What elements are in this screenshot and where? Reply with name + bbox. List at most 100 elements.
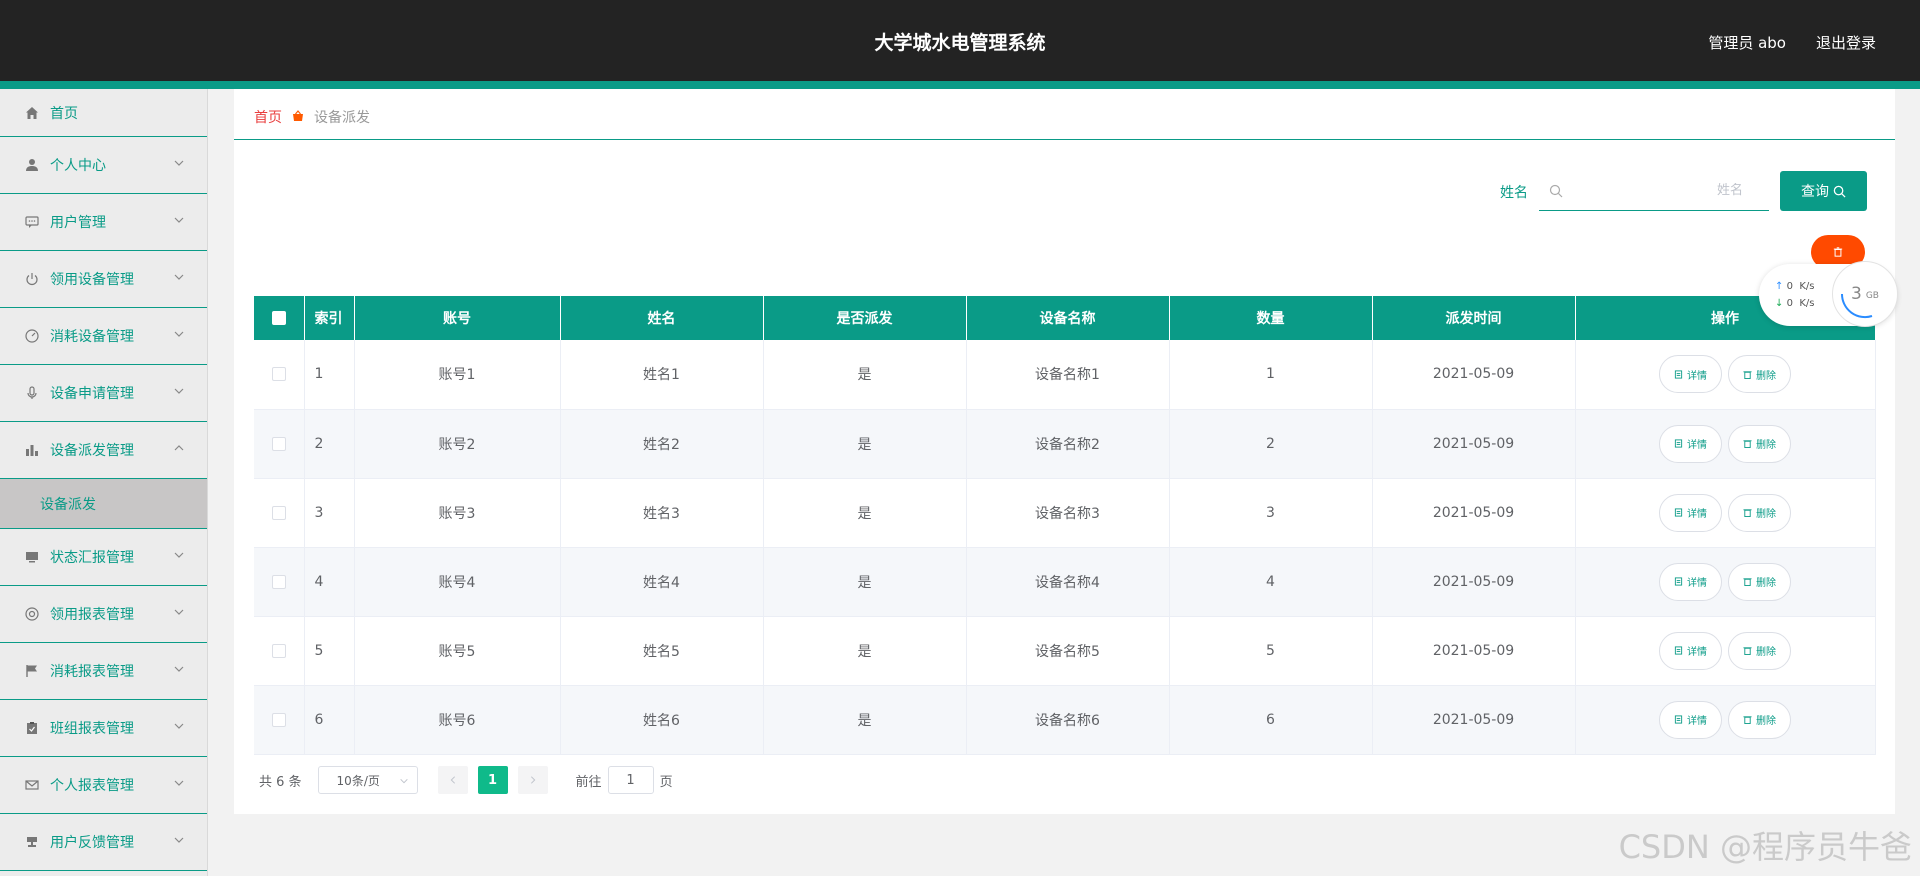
chevron-down-icon <box>174 388 184 394</box>
chevron-down-icon <box>174 552 184 558</box>
row-select-cell[interactable] <box>254 547 305 617</box>
row-checkbox[interactable] <box>271 367 286 382</box>
cell-quantity: 6 <box>1169 685 1373 755</box>
delete-button[interactable]: 删除 <box>1728 424 1791 463</box>
detail-button[interactable]: 详情 <box>1659 424 1722 463</box>
document-icon <box>1674 715 1683 724</box>
detail-button[interactable]: 详情 <box>1659 355 1722 394</box>
sidebar-item-status-report[interactable]: 状态汇报管理 <box>0 529 207 586</box>
top-header: 大学城水电管理系统 管理员 abo 退出登录 <box>0 0 1920 81</box>
row-select-cell[interactable] <box>254 409 305 479</box>
table-row: 2 账号2 姓名2 是设备名称2 2 2021-05-09 详情 删除 <box>254 409 1876 479</box>
cell-dispatch-time: 2021-05-09 <box>1372 547 1576 617</box>
sidebar-item-device-application[interactable]: 设备申请管理 <box>0 365 207 422</box>
chevron-down-icon <box>174 274 184 280</box>
cell-dispatched: 是 <box>763 478 967 548</box>
memory-usage-ring[interactable]: 3 GB <box>1832 261 1898 327</box>
memory-ring-icon <box>1840 293 1873 319</box>
cell-dispatch-time: 2021-05-09 <box>1372 409 1576 479</box>
table-row: 6 账号6 姓名6 是设备名称6 6 2021-05-09 详情 删除 <box>254 685 1876 755</box>
page-size-select[interactable]: 10条/页 <box>317 766 418 794</box>
delete-button[interactable]: 删除 <box>1728 355 1791 394</box>
sidebar-item-consumable-device[interactable]: 消耗设备管理 <box>0 308 207 365</box>
delete-button[interactable]: 删除 <box>1728 700 1791 739</box>
chevron-down-icon <box>399 778 408 784</box>
row-checkbox[interactable] <box>271 574 286 589</box>
sidebar-item-team-report[interactable]: 班组报表管理 <box>0 700 207 757</box>
trash-icon <box>1743 647 1752 655</box>
cell-device-name: 设备名称4 <box>966 547 1170 617</box>
trash-icon <box>1743 716 1752 724</box>
sidebar-item-consumption-report[interactable]: 消耗报表管理 <box>0 643 207 700</box>
cell-actions: 详情 删除 <box>1575 685 1876 755</box>
row-select-cell[interactable] <box>254 478 305 548</box>
cell-name: 姓名5 <box>560 616 764 686</box>
cell-name: 姓名1 <box>560 340 764 410</box>
document-icon <box>1674 577 1683 586</box>
row-select-cell[interactable] <box>254 685 305 755</box>
logout-link[interactable]: 退出登录 <box>1816 32 1876 53</box>
row-select-cell[interactable] <box>254 340 305 410</box>
detail-button[interactable]: 详情 <box>1659 631 1722 670</box>
search-input[interactable] <box>1563 183 1753 198</box>
sidebar-item-label: 班组报表管理 <box>50 721 134 737</box>
column-header: 账号 <box>354 296 561 340</box>
delete-button[interactable]: 删除 <box>1728 631 1791 670</box>
detail-button[interactable]: 详情 <box>1659 700 1722 739</box>
sidebar-item-device-dispatch[interactable]: 设备派发管理 <box>0 422 207 479</box>
sidebar-item-home[interactable]: 首页 <box>0 89 207 137</box>
sidebar-subitem-device-dispatch[interactable]: 设备派发 <box>0 479 207 529</box>
document-icon <box>1674 439 1683 448</box>
sidebar-item-borrow-device[interactable]: 领用设备管理 <box>0 251 207 308</box>
query-button[interactable]: 查询 <box>1780 171 1867 211</box>
select-all-cell[interactable] <box>254 296 305 340</box>
support-icon <box>24 606 40 622</box>
cell-account: 账号3 <box>354 478 561 548</box>
trash-icon <box>1743 509 1752 517</box>
cell-index: 2 <box>304 409 355 479</box>
row-checkbox[interactable] <box>271 643 286 658</box>
sidebar-item-personal-report[interactable]: 个人报表管理 <box>0 757 207 814</box>
row-select-cell[interactable] <box>254 616 305 686</box>
dispatch-table: 索引 账号 姓名 是否派发 设备名称 数量 派发时间 操作 1 账号1 姓名1 是设备… <box>254 296 1876 755</box>
cell-index: 3 <box>304 478 355 548</box>
prev-page-button[interactable] <box>437 766 468 794</box>
delete-button[interactable]: 删除 <box>1728 562 1791 601</box>
row-checkbox[interactable] <box>271 436 286 451</box>
row-checkbox[interactable] <box>271 505 286 520</box>
cell-dispatched: 是 <box>763 616 967 686</box>
cell-name: 姓名3 <box>560 478 764 548</box>
cell-quantity: 3 <box>1169 478 1373 548</box>
cell-actions: 详情 删除 <box>1575 340 1876 410</box>
column-header: 设备名称 <box>966 296 1170 340</box>
cell-device-name: 设备名称6 <box>966 685 1170 755</box>
detail-button[interactable]: 详情 <box>1659 562 1722 601</box>
goto-page-input[interactable] <box>607 766 654 794</box>
chevron-down-icon <box>174 160 184 166</box>
goto-suffix: 页 <box>659 774 673 790</box>
header-accent-stripe <box>0 81 1920 89</box>
delete-button[interactable]: 删除 <box>1728 493 1791 532</box>
select-all-checkbox[interactable] <box>271 311 286 325</box>
detail-button[interactable]: 详情 <box>1659 493 1722 532</box>
table-row: 5 账号5 姓名5 是设备名称5 5 2021-05-09 详情 删除 <box>254 616 1876 686</box>
cell-index: 5 <box>304 616 355 686</box>
chevron-up-icon <box>174 445 184 451</box>
sidebar-item-personal-center[interactable]: 个人中心 <box>0 137 207 194</box>
mic-icon <box>24 385 40 401</box>
sidebar-item-label: 状态汇报管理 <box>50 550 134 566</box>
breadcrumb-divider <box>234 139 1895 140</box>
trash-icon <box>1743 578 1752 586</box>
sidebar-item-borrow-report[interactable]: 领用报表管理 <box>0 586 207 643</box>
detail-button-label: 详情 <box>1687 440 1707 451</box>
next-page-button[interactable] <box>517 766 548 794</box>
sidebar-item-user-management[interactable]: 用户管理 <box>0 194 207 251</box>
column-header: 姓名 <box>560 296 764 340</box>
cell-device-name: 设备名称1 <box>966 340 1170 410</box>
page-size-value: 10条/页 <box>336 773 380 788</box>
breadcrumb-home-link[interactable]: 首页 <box>254 107 282 127</box>
page-number-current[interactable]: 1 <box>477 766 508 794</box>
sidebar-item-user-feedback[interactable]: 用户反馈管理 <box>0 814 207 871</box>
sidebar-item-label: 领用设备管理 <box>50 272 134 288</box>
row-checkbox[interactable] <box>271 712 286 727</box>
